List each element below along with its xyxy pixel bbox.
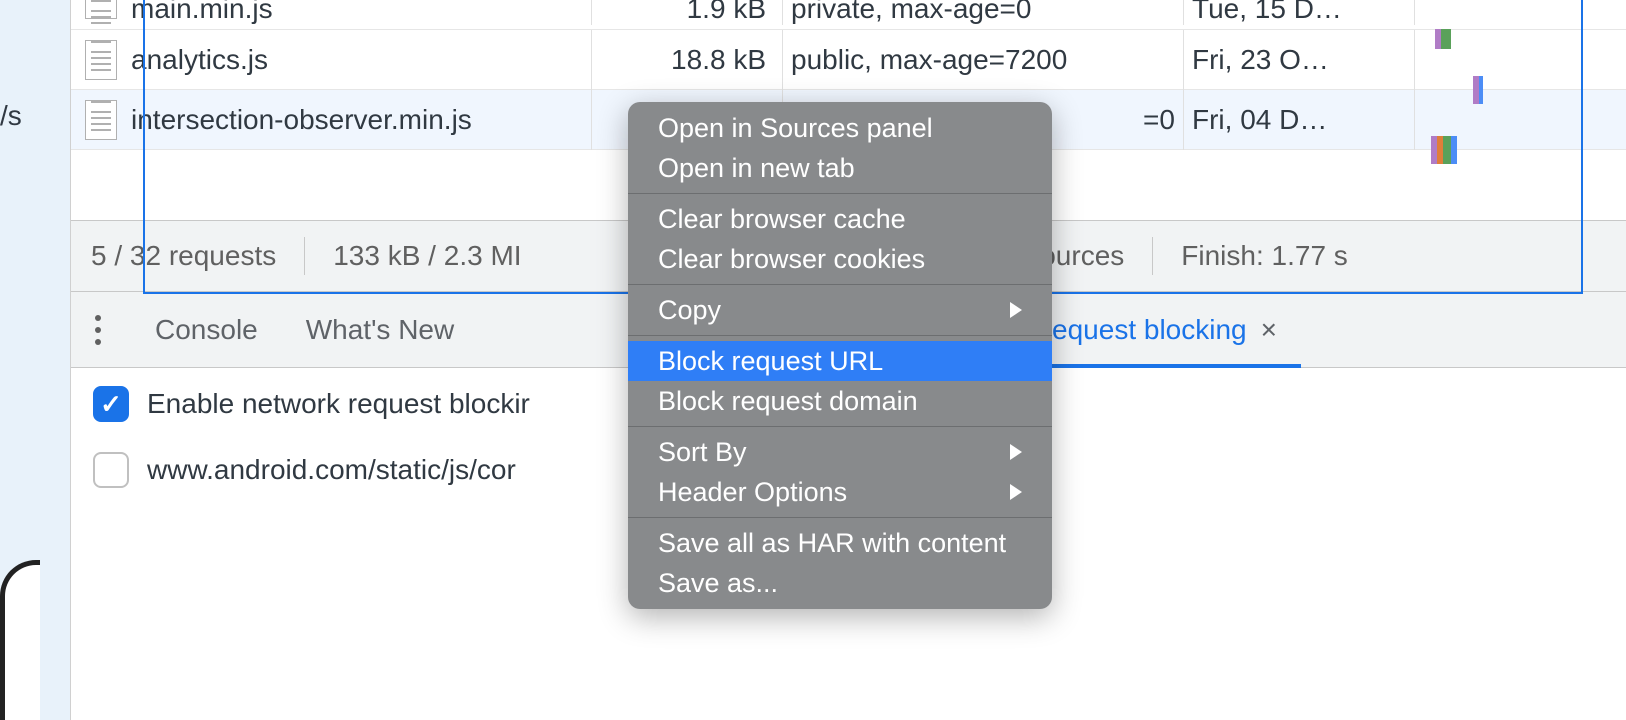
close-icon[interactable]: ×: [1261, 314, 1277, 346]
file-size: 18.8 kB: [592, 44, 782, 76]
ctx-open-new-tab[interactable]: Open in new tab: [628, 148, 1052, 188]
file-name: analytics.js: [131, 44, 268, 76]
file-icon: [85, 0, 117, 19]
submenu-arrow-icon: [1010, 484, 1022, 500]
more-tabs-icon[interactable]: [95, 327, 101, 333]
enable-blocking-checkbox[interactable]: [93, 386, 129, 422]
enable-blocking-label: Enable network request blockir: [147, 388, 530, 420]
device-frame-corner: [0, 560, 40, 720]
date: Fri, 23 O…: [1184, 44, 1414, 76]
file-icon: [85, 40, 117, 80]
ctx-copy[interactable]: Copy: [628, 290, 1052, 330]
cache-control: private, max-age=0: [783, 0, 1183, 25]
ctx-block-domain[interactable]: Block request domain: [628, 381, 1052, 421]
ctx-separator: [628, 193, 1052, 194]
ctx-separator: [628, 284, 1052, 285]
date: Tue, 15 D…: [1184, 0, 1414, 25]
ctx-sort-by[interactable]: Sort By: [628, 432, 1052, 472]
file-name: main.min.js: [131, 0, 273, 25]
left-fragment-text: /s: [0, 100, 22, 132]
submenu-arrow-icon: [1010, 302, 1022, 318]
submenu-arrow-icon: [1010, 444, 1022, 460]
pattern-text: www.android.com/static/js/cor: [147, 454, 516, 486]
table-row[interactable]: analytics.js 18.8 kB public, max-age=720…: [71, 30, 1626, 90]
requests-count: 5 / 32 requests: [91, 240, 276, 272]
ctx-clear-cache[interactable]: Clear browser cache: [628, 199, 1052, 239]
date: Fri, 04 D…: [1184, 104, 1414, 136]
ctx-separator: [628, 335, 1052, 336]
file-size: 1.9 kB: [592, 0, 782, 25]
ctx-save-as[interactable]: Save as...: [628, 563, 1052, 603]
tab-console[interactable]: Console: [131, 292, 282, 367]
ctx-separator: [628, 426, 1052, 427]
cache-control: public, max-age=7200: [783, 44, 1183, 76]
file-icon: [85, 100, 117, 140]
table-row[interactable]: main.min.js 1.9 kB private, max-age=0 Tu…: [71, 0, 1626, 30]
ctx-block-url[interactable]: Block request URL: [628, 341, 1052, 381]
transferred-size: 133 kB / 2.3 MI: [333, 240, 521, 272]
file-name: intersection-observer.min.js: [131, 104, 472, 136]
ctx-clear-cookies[interactable]: Clear browser cookies: [628, 239, 1052, 279]
ctx-header-options[interactable]: Header Options: [628, 472, 1052, 512]
pattern-checkbox[interactable]: [93, 452, 129, 488]
ctx-open-sources[interactable]: Open in Sources panel: [628, 108, 1052, 148]
ctx-save-har[interactable]: Save all as HAR with content: [628, 523, 1052, 563]
tab-whats-new[interactable]: What's New: [282, 292, 479, 367]
context-menu: Open in Sources panel Open in new tab Cl…: [628, 102, 1052, 609]
ctx-separator: [628, 517, 1052, 518]
finish-time: Finish: 1.77 s: [1181, 240, 1348, 272]
